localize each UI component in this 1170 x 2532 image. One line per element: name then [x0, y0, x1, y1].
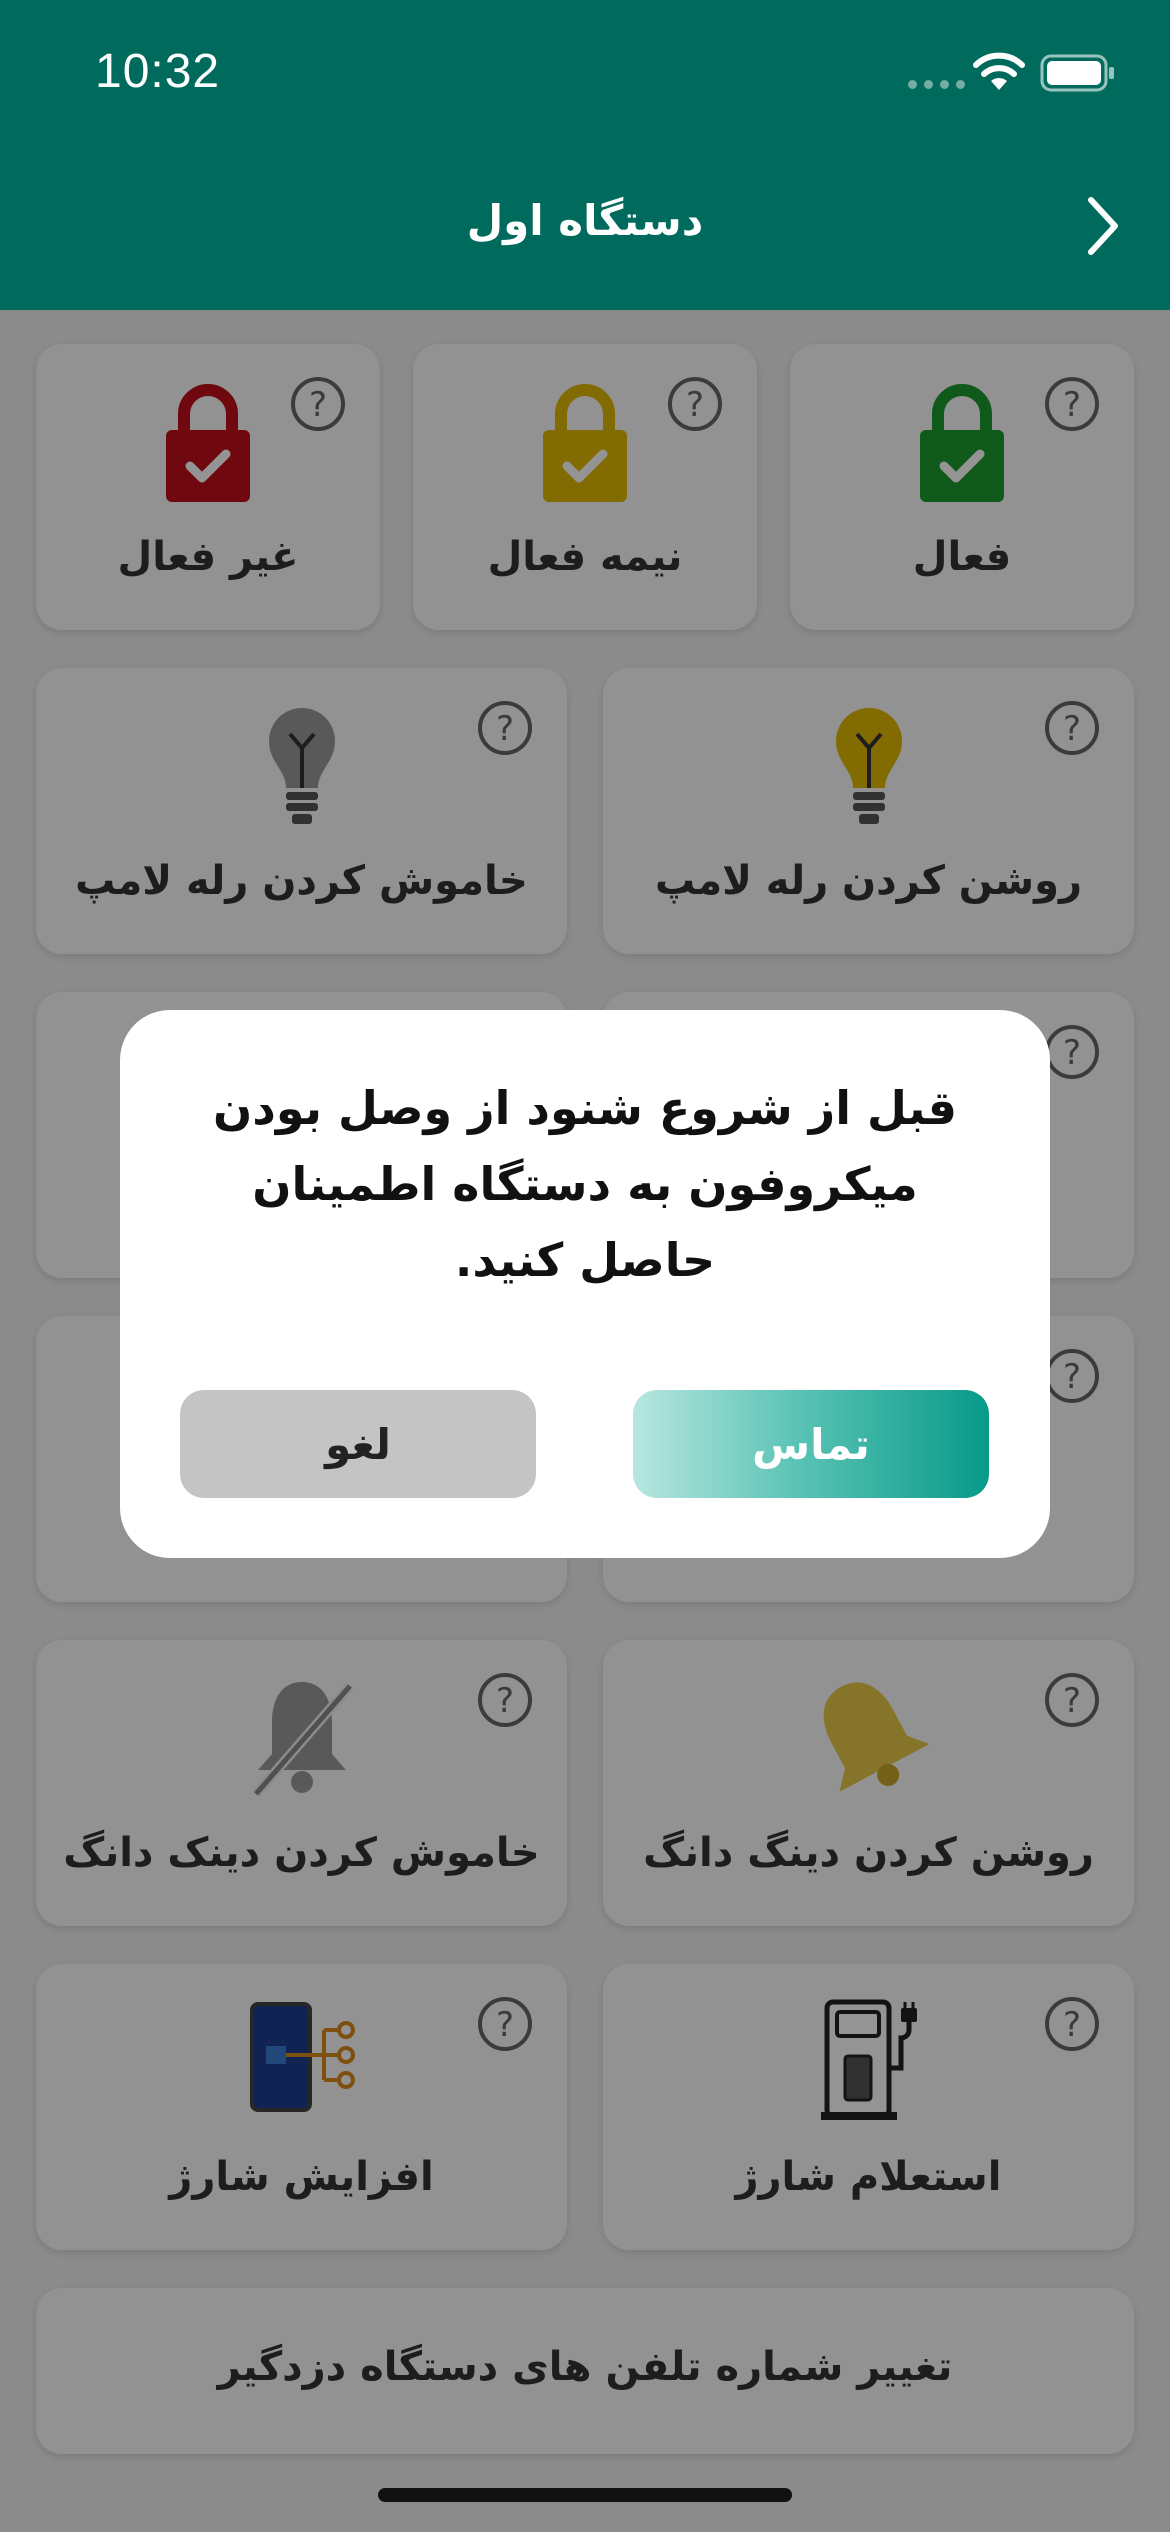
wifi-icon: [973, 52, 1025, 90]
page-title: دستگاه اول: [466, 196, 704, 245]
call-button[interactable]: تماس: [633, 1390, 989, 1498]
dialog-message: قبل از شروع شنود از وصل بودن میکروفون به…: [213, 1081, 957, 1287]
cancel-button[interactable]: لغو: [180, 1390, 536, 1498]
chevron-right-icon[interactable]: [1083, 194, 1123, 258]
status-bar: 10:32: [0, 0, 1170, 140]
confirm-dialog: قبل از شروع شنود از وصل بودن میکروفون به…: [120, 1010, 1050, 1558]
cellular-signal-icon: [908, 80, 965, 89]
status-time: 10:32: [95, 45, 221, 98]
battery-icon: [1040, 54, 1114, 92]
home-indicator[interactable]: [378, 2488, 792, 2502]
nav-bar: دستگاه اول: [0, 140, 1170, 310]
